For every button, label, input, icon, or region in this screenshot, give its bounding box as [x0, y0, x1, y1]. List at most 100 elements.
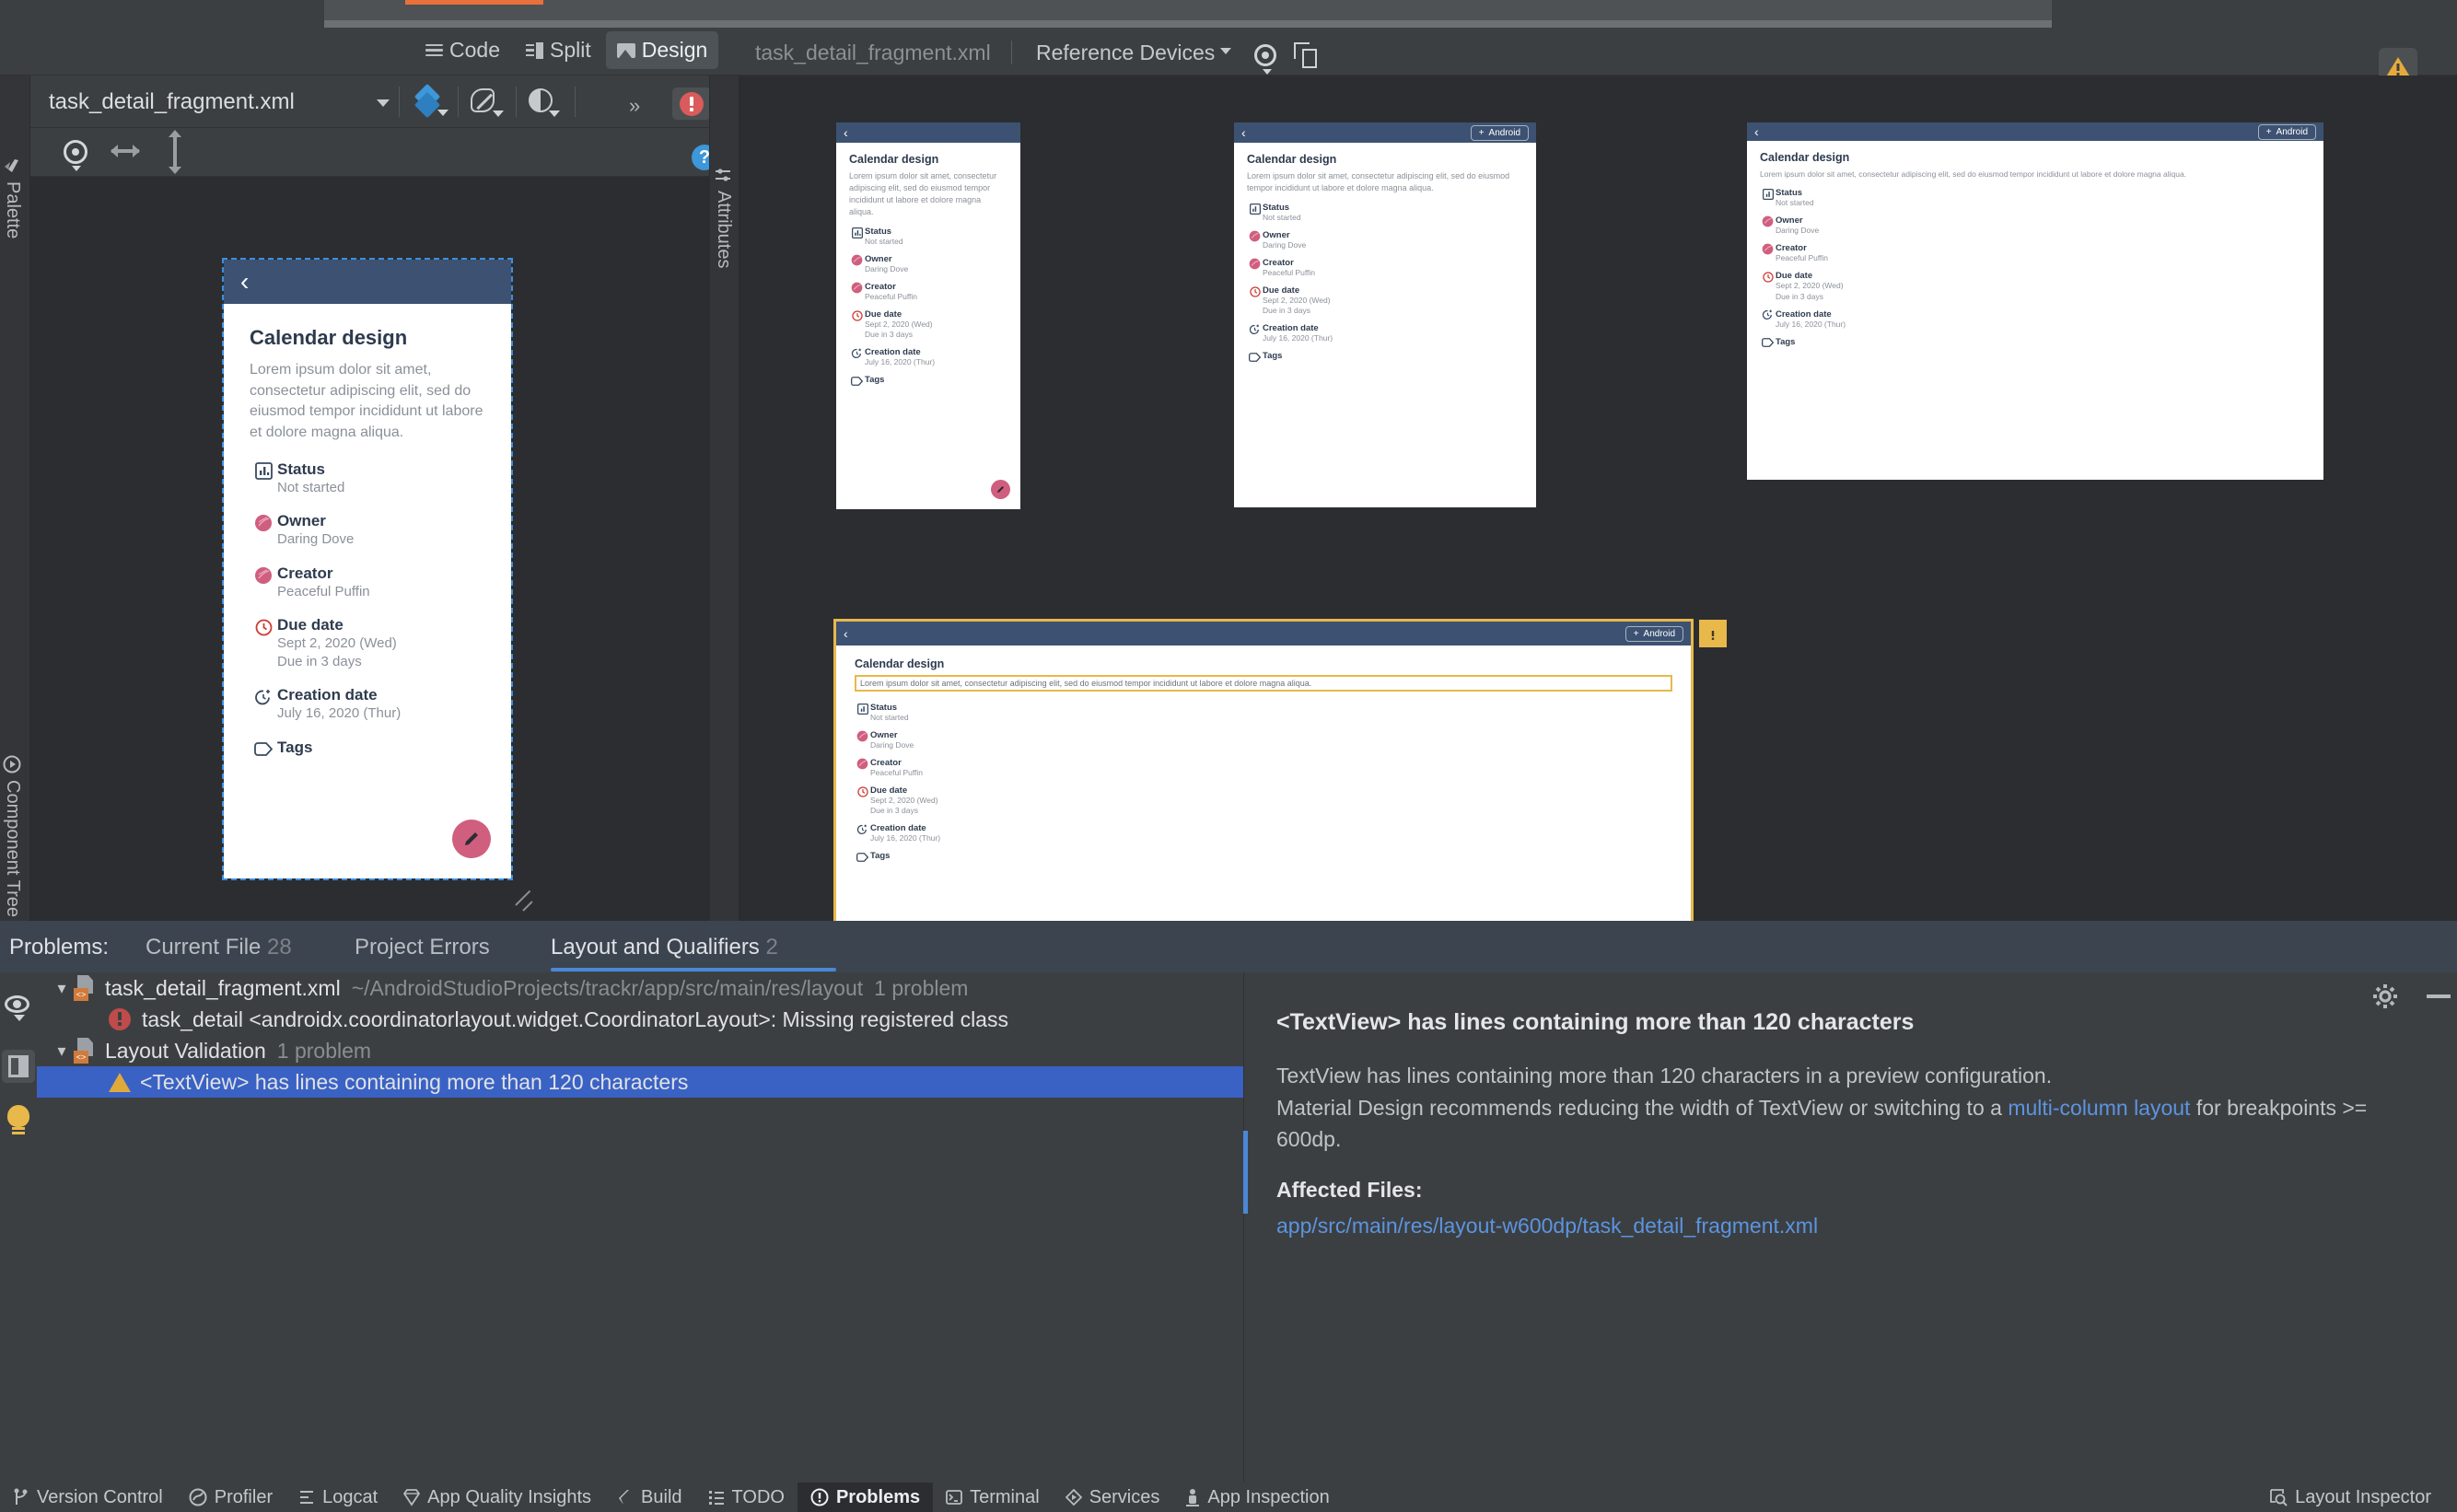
duplicate-windows-icon[interactable]: [1294, 42, 1325, 72]
tree-row-error[interactable]: task_detail <androidx.coordinatorlayout.…: [37, 1004, 1243, 1035]
tab-project-errors[interactable]: Project Errors: [355, 935, 490, 960]
visibility-icon[interactable]: [1254, 44, 1278, 75]
status-item-todo[interactable]: TODO: [695, 1483, 798, 1512]
edit-pencil-icon: [997, 486, 1004, 493]
chevron-down-icon[interactable]: [377, 99, 390, 107]
preview-row-label: Owner: [1263, 230, 1290, 241]
status-item-problems[interactable]: Problems: [797, 1483, 934, 1512]
validation-preview-phone[interactable]: ‹ Calendar design Lorem ipsum dolor sit …: [836, 122, 1020, 509]
minimize-icon[interactable]: [2427, 994, 2451, 998]
android-chip-button[interactable]: + Android: [1624, 625, 1683, 642]
status-item-logcat[interactable]: Logcat: [285, 1483, 390, 1512]
status-item-layout-inspector[interactable]: Layout Inspector: [2256, 1483, 2444, 1512]
branch-icon: [14, 1488, 28, 1505]
affected-file-link[interactable]: app/src/main/res/layout-w600dp/task_deta…: [1276, 1214, 2420, 1239]
design-surface-icon[interactable]: [413, 83, 448, 119]
preview-row-label: Creator: [865, 282, 896, 293]
status-item-profiler[interactable]: Profiler: [176, 1483, 285, 1512]
status-item-version-control[interactable]: Version Control: [0, 1483, 176, 1512]
toolbar-divider: [1011, 41, 1012, 64]
tree-row-file[interactable]: ▾ <> task_detail_fragment.xml ~/AndroidS…: [37, 972, 1243, 1004]
main-device-preview[interactable]: ‹ Calendar design Lorem ipsum dolor sit …: [222, 258, 513, 880]
tree-row-layout-validation[interactable]: ▾ <> Layout Validation 1 problem: [37, 1035, 1243, 1066]
design-file-label[interactable]: task_detail_fragment.xml: [49, 89, 295, 115]
multi-column-layout-link[interactable]: multi-column layout: [2008, 1096, 2190, 1120]
preview-row-label: Status: [1263, 203, 1290, 214]
tab-code[interactable]: Code: [414, 31, 511, 69]
preview-row-label: Due date: [865, 309, 902, 320]
reference-devices-dropdown[interactable]: Reference Devices: [1036, 41, 1215, 65]
status-item-app-inspection[interactable]: App Inspection: [1172, 1483, 1342, 1512]
preview-row-label: Creation date: [870, 823, 926, 834]
tab-design[interactable]: Design: [605, 31, 719, 69]
validation-preview-warning[interactable]: ‹ + Android Calendar design Lorem ipsum …: [833, 619, 1694, 963]
edit-fab-button[interactable]: [991, 480, 1010, 499]
validation-preview-wide-tablet[interactable]: ‹ + Android Calendar design Lorem ipsum …: [1747, 122, 2323, 480]
edit-fab-button[interactable]: [452, 820, 491, 858]
android-chip-button[interactable]: + Android: [2257, 123, 2316, 140]
sidebar-item-component-tree[interactable]: Component Tree: [2, 755, 23, 917]
tab-split[interactable]: Split: [515, 31, 602, 69]
chevron-left-icon[interactable]: ‹: [1241, 125, 1246, 140]
preview-row-owner: Owner Daring Dove: [1760, 215, 2311, 236]
services-play-icon: [1065, 1489, 1082, 1506]
status-item-services[interactable]: Services: [1053, 1483, 1173, 1512]
preview-row-due-date: Due date Sept 2, 2020 (Wed) Due in 3 day…: [250, 616, 485, 670]
terminal-icon: [946, 1490, 963, 1505]
vertical-resize-icon[interactable]: [169, 130, 181, 174]
tree-row-warning-selected[interactable]: <TextView> has lines containing more tha…: [37, 1066, 1243, 1098]
android-chip-button[interactable]: + Android: [1470, 124, 1529, 141]
sidebar-item-attributes[interactable]: Attributes: [713, 166, 734, 268]
inspection-visibility-icon[interactable]: [5, 995, 32, 1021]
component-tree-icon: [2, 755, 23, 773]
chevron-left-icon[interactable]: ‹: [844, 626, 848, 641]
status-item-app-quality-insights[interactable]: App Quality Insights: [390, 1483, 604, 1512]
chevron-left-icon[interactable]: ‹: [1754, 124, 1759, 139]
tab-current-file[interactable]: Current File 28: [146, 935, 292, 960]
problems-tree[interactable]: ▾ <> task_detail_fragment.xml ~/AndroidS…: [37, 972, 1243, 1483]
preview-row-value: Daring Dove: [1776, 226, 1820, 236]
status-item-terminal[interactable]: Terminal: [933, 1483, 1053, 1512]
preview-body: Calendar design Lorem ipsum dolor sit am…: [224, 304, 511, 761]
chevron-expanded-icon[interactable]: ▾: [50, 979, 74, 998]
toolbar-overflow-button[interactable]: »: [629, 94, 640, 118]
preview-row-label: Status: [277, 459, 325, 478]
chevron-expanded-icon[interactable]: ▾: [50, 1041, 74, 1061]
design-issues-button[interactable]: [672, 87, 711, 120]
chevron-left-icon[interactable]: ‹: [240, 267, 249, 297]
quick-fix-bulb-icon[interactable]: [7, 1105, 29, 1134]
status-item-build[interactable]: Build: [604, 1483, 694, 1512]
highlighted-textview[interactable]: Lorem ipsum dolor sit amet, consectetur …: [855, 675, 1672, 692]
chevron-left-icon[interactable]: ‹: [844, 125, 848, 140]
preview-row-due-date: Due date Sept 2, 2020 (Wed) Due in 3 day…: [1760, 271, 2311, 301]
preview-row-label: Owner: [1776, 215, 1803, 227]
preview-description: Lorem ipsum dolor sit amet, consectetur …: [1760, 169, 2187, 179]
tab-layout-and-qualifiers[interactable]: Layout and Qualifiers 2: [551, 935, 778, 960]
status-item-label: Services: [1089, 1486, 1160, 1507]
tag-icon: [849, 375, 865, 387]
horizontal-resize-icon[interactable]: [111, 145, 140, 157]
preview-warning-badge[interactable]: [1699, 620, 1727, 647]
toggle-detail-panel-icon[interactable]: [2, 1050, 35, 1083]
palette-icon: [2, 157, 23, 175]
owner-avatar-icon: [855, 730, 870, 742]
preview-description: Lorem ipsum dolor sit amet, consectetur …: [250, 362, 483, 441]
preview-row-label: Creation date: [865, 347, 921, 358]
owner-avatar-icon: [1760, 215, 1776, 227]
validation-preview-tablet[interactable]: ‹ + Android Calendar design Lorem ipsum …: [1234, 122, 1536, 507]
night-mode-icon[interactable]: [529, 88, 560, 117]
preview-row-label: Status: [865, 227, 892, 238]
settings-gear-icon[interactable]: [2372, 983, 2398, 1009]
creator-avatar-icon: [250, 564, 277, 587]
preview-row-tags: Tags: [855, 851, 1672, 863]
chevron-down-icon[interactable]: [1220, 48, 1231, 54]
app-inspection-icon: [1186, 1489, 1200, 1506]
toolbar-divider: [399, 87, 400, 117]
preview-row-value: Daring Dove: [277, 531, 355, 548]
blueprint-mode-icon[interactable]: [471, 88, 504, 117]
view-options-icon[interactable]: [64, 140, 89, 171]
sidebar-item-palette[interactable]: Palette: [2, 157, 23, 238]
creation-date-clock-icon: [250, 686, 277, 708]
preview-row-creation-date: Creation date July 16, 2020 (Thur): [849, 347, 1007, 367]
preview-resize-handle[interactable]: [515, 890, 538, 913]
